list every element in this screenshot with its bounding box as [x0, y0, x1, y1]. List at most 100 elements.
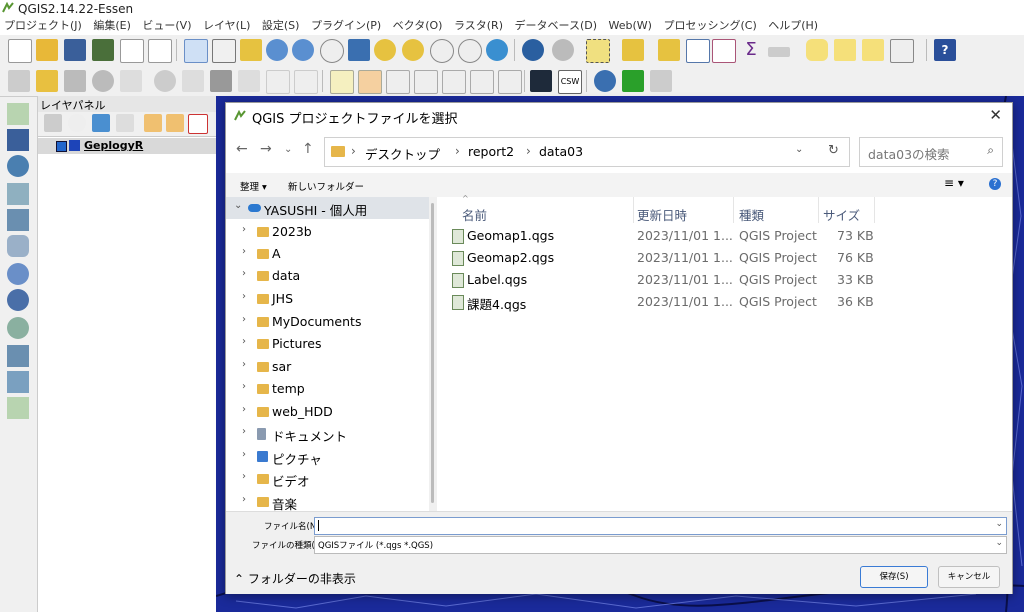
- tree-item-documents[interactable]: › ドキュメント: [226, 423, 429, 445]
- paste-features-icon[interactable]: [294, 70, 318, 94]
- select-features-icon[interactable]: [586, 39, 610, 63]
- python-console-icon[interactable]: [594, 70, 616, 92]
- label-move-icon[interactable]: [442, 70, 466, 94]
- chevron-right-icon[interactable]: ›: [242, 426, 246, 437]
- refresh-icon[interactable]: ↻: [828, 143, 839, 158]
- save-as-icon[interactable]: [92, 39, 114, 61]
- tree-item-folder[interactable]: › Pictures: [226, 333, 429, 355]
- tree-item-folder[interactable]: › sar: [226, 356, 429, 378]
- tree-item-videos[interactable]: › ビデオ: [226, 468, 429, 490]
- measure-icon[interactable]: [768, 47, 790, 57]
- label-show-hide-icon[interactable]: [414, 70, 438, 94]
- mountain-icon[interactable]: [650, 70, 672, 92]
- node-tool-icon[interactable]: [120, 70, 142, 92]
- column-divider[interactable]: [818, 197, 819, 223]
- column-divider[interactable]: [633, 197, 634, 223]
- breadcrumb-report2[interactable]: report2: [468, 144, 514, 159]
- file-row[interactable]: Geomap2.qgs 2023/11/01 1... QGIS Project…: [437, 247, 1012, 269]
- pan-to-selection-icon[interactable]: [240, 39, 262, 61]
- sigma-icon[interactable]: Σ: [740, 39, 762, 61]
- menu-settings[interactable]: 設定(S): [262, 19, 300, 32]
- close-icon[interactable]: ✕: [989, 106, 1002, 124]
- chevron-down-icon[interactable]: ⌄: [995, 519, 1003, 529]
- chevron-right-icon[interactable]: ›: [242, 471, 246, 482]
- menu-vector[interactable]: ベクタ(O): [393, 19, 443, 32]
- chevron-right-icon[interactable]: ›: [242, 224, 246, 235]
- visibility-eye-icon[interactable]: [68, 114, 86, 132]
- node-edit-icon[interactable]: [182, 70, 204, 92]
- deselect-icon[interactable]: [658, 39, 680, 61]
- chevron-right-icon[interactable]: ›: [242, 314, 246, 325]
- layer-item[interactable]: GeplogyR: [38, 138, 216, 154]
- attribute-table-icon[interactable]: [686, 39, 710, 63]
- zoom-selection-icon[interactable]: [374, 39, 396, 61]
- chevron-right-icon[interactable]: ›: [242, 268, 246, 279]
- menu-processing[interactable]: プロセッシング(C): [663, 19, 756, 32]
- view-options-icon[interactable]: ≡ ▾: [944, 176, 964, 190]
- zoom-full-icon[interactable]: [348, 39, 370, 61]
- action-icon[interactable]: [552, 39, 574, 61]
- menu-web[interactable]: Web(W): [609, 19, 652, 32]
- chevron-right-icon[interactable]: ›: [242, 494, 246, 505]
- cut-features-icon[interactable]: [238, 70, 260, 92]
- statistics-icon[interactable]: [712, 39, 736, 63]
- column-divider[interactable]: [733, 197, 734, 223]
- delete-selected-icon[interactable]: [210, 70, 232, 92]
- refresh-icon[interactable]: [486, 39, 508, 61]
- toggle-editing-icon[interactable]: [36, 70, 58, 92]
- chevron-right-icon[interactable]: ›: [242, 449, 246, 460]
- add-mssql-layer-icon[interactable]: [7, 209, 29, 231]
- chevron-right-icon[interactable]: ›: [242, 381, 246, 392]
- tree-item-folder[interactable]: › data: [226, 265, 429, 287]
- copy-features-icon[interactable]: [266, 70, 290, 94]
- collapse-all-icon[interactable]: [166, 114, 184, 132]
- column-divider[interactable]: [874, 197, 875, 223]
- organize-button[interactable]: 整理 ▾: [240, 179, 267, 193]
- csw-icon[interactable]: CSW: [558, 70, 582, 94]
- terrain-icon[interactable]: [622, 70, 644, 92]
- help-icon[interactable]: ?: [989, 178, 1001, 190]
- text-annotation-icon[interactable]: [890, 39, 914, 63]
- cancel-button[interactable]: キャンセル: [938, 566, 1000, 588]
- save-project-icon[interactable]: [64, 39, 86, 61]
- breadcrumb-desktop[interactable]: デスクトップ: [365, 144, 440, 163]
- label-rotate-icon[interactable]: [470, 70, 494, 94]
- scrollbar-thumb[interactable]: [431, 203, 434, 503]
- filetype-select[interactable]: QGISファイル (*.qgs *.QGS) ⌄: [314, 536, 1007, 554]
- column-type[interactable]: 種類: [739, 205, 764, 224]
- label-highlight-icon[interactable]: [386, 70, 410, 94]
- identify-icon[interactable]: [522, 39, 544, 61]
- add-feature-icon[interactable]: [92, 70, 114, 92]
- breadcrumb-data03[interactable]: data03: [539, 144, 583, 159]
- add-oracle-layer-icon[interactable]: [7, 235, 29, 257]
- wms-icon[interactable]: [530, 70, 552, 92]
- menu-database[interactable]: データベース(D): [515, 19, 598, 32]
- current-edits-icon[interactable]: [8, 70, 30, 92]
- zoom-next-icon[interactable]: [458, 39, 482, 63]
- save-edits-icon[interactable]: [64, 70, 86, 92]
- help-icon[interactable]: ?: [934, 39, 956, 61]
- move-feature-icon[interactable]: [154, 70, 176, 92]
- label-change-icon[interactable]: [498, 70, 522, 94]
- menu-view[interactable]: ビュー(V): [142, 19, 191, 32]
- menu-raster[interactable]: ラスタ(R): [454, 19, 503, 32]
- filter-icon[interactable]: [92, 114, 110, 132]
- file-row[interactable]: Geomap1.qgs 2023/11/01 1... QGIS Project…: [437, 225, 1012, 247]
- column-date[interactable]: 更新日時: [637, 205, 687, 224]
- layer-visibility-checkbox[interactable]: [56, 141, 67, 152]
- add-raster-layer-icon[interactable]: [7, 129, 29, 151]
- label-pin-icon[interactable]: [358, 70, 382, 94]
- back-arrow-icon[interactable]: ←: [236, 141, 248, 157]
- pan-hand-icon[interactable]: [212, 39, 236, 63]
- zoom-last-icon[interactable]: [430, 39, 454, 63]
- search-box[interactable]: data03の検索 ⌕: [859, 137, 1003, 167]
- layer-name[interactable]: GeplogyR: [84, 139, 143, 152]
- open-layer-styling-icon[interactable]: [44, 114, 62, 132]
- menu-edit[interactable]: 編集(E): [93, 19, 131, 32]
- chevron-right-icon[interactable]: ›: [242, 336, 246, 347]
- show-bookmarks-icon[interactable]: [862, 39, 884, 61]
- zoom-in-icon[interactable]: [266, 39, 288, 61]
- file-row[interactable]: Label.qgs 2023/11/01 1... QGIS Project 3…: [437, 269, 1012, 291]
- tree-item-folder[interactable]: › 2023b: [226, 221, 429, 243]
- tree-item-folder[interactable]: › A: [226, 243, 429, 265]
